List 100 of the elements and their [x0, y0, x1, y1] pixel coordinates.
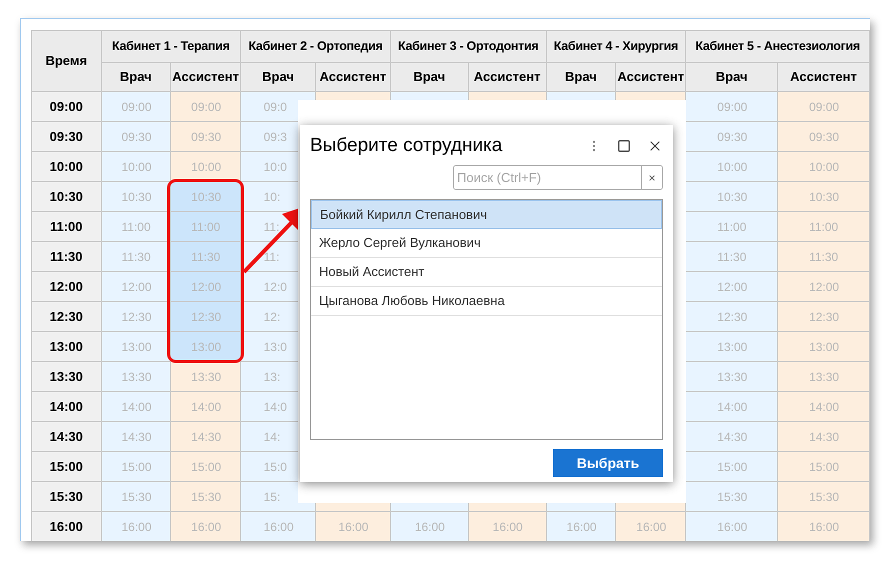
- select-button[interactable]: Выбрать: [553, 449, 663, 477]
- slot-cell[interactable]: 09:30: [101, 122, 171, 152]
- slot-cell[interactable]: 12:30: [686, 302, 778, 332]
- slot-cell[interactable]: 12:00: [686, 272, 778, 302]
- slot-cell[interactable]: 15:00: [101, 452, 171, 482]
- slot-cell[interactable]: 14:30: [170, 422, 241, 452]
- slot-cell[interactable]: 11:30: [101, 242, 171, 272]
- slot-cell[interactable]: 11:00: [686, 212, 778, 242]
- slot-cell[interactable]: 16:00: [315, 512, 390, 541]
- time-cell: 16:00: [32, 512, 101, 541]
- time-cell: 15:00: [32, 452, 101, 482]
- time-cell: 09:00: [32, 92, 101, 122]
- slot-cell[interactable]: 16:00: [616, 512, 686, 541]
- slot-cell[interactable]: 15:30: [778, 482, 870, 512]
- slot-cell[interactable]: 16:00: [686, 512, 778, 541]
- slot-cell[interactable]: 15:30: [101, 482, 171, 512]
- header-cell: Ассистент: [778, 62, 870, 92]
- slot-cell[interactable]: 13:00: [170, 332, 241, 362]
- slot-cell[interactable]: 14:00: [778, 392, 870, 422]
- slot-cell[interactable]: 12:30: [101, 302, 171, 332]
- header-cell: Ассистент: [315, 62, 390, 92]
- slot-cell[interactable]: 11:30: [686, 242, 778, 272]
- employee-item[interactable]: Бойкий Кирилл Степанович: [311, 200, 662, 229]
- time-cell: 14:00: [32, 392, 101, 422]
- slot-cell[interactable]: 15:30: [170, 482, 241, 512]
- slot-cell[interactable]: 11:00: [778, 212, 870, 242]
- slot-cell[interactable]: 12:30: [170, 302, 241, 332]
- slot-cell[interactable]: 09:00: [778, 92, 870, 122]
- slot-cell[interactable]: 10:00: [101, 152, 171, 182]
- slot-cell[interactable]: 09:30: [778, 122, 870, 152]
- slot-cell[interactable]: 13:30: [170, 362, 241, 392]
- header-cell: Ассистент: [468, 62, 546, 92]
- search-field[interactable]: Поиск (Ctrl+F) ×: [453, 165, 663, 190]
- slot-cell[interactable]: 16:00: [170, 512, 241, 541]
- slot-cell[interactable]: 13:30: [686, 362, 778, 392]
- slot-cell[interactable]: 14:00: [101, 392, 171, 422]
- employee-item[interactable]: Жерло Сергей Вулканович: [311, 229, 662, 258]
- header-cell: Врач: [101, 62, 171, 92]
- slot-cell[interactable]: 14:30: [686, 422, 778, 452]
- slot-cell[interactable]: 12:00: [170, 272, 241, 302]
- time-cell: 12:30: [32, 302, 101, 332]
- slot-cell[interactable]: 10:30: [101, 182, 171, 212]
- time-cell: 13:30: [32, 362, 101, 392]
- header-cell: Кабинет 2 - Ортопедия: [240, 30, 390, 62]
- slot-cell[interactable]: 12:30: [778, 302, 870, 332]
- slot-cell[interactable]: 15:00: [686, 452, 778, 482]
- slot-cell[interactable]: 16:00: [546, 512, 616, 541]
- time-cell: 10:30: [32, 182, 101, 212]
- header-cell: Ассистент: [170, 62, 241, 92]
- slot-cell[interactable]: 10:00: [778, 152, 870, 182]
- slot-cell[interactable]: 15:00: [778, 452, 870, 482]
- slot-cell[interactable]: 10:30: [778, 182, 870, 212]
- employee-item[interactable]: Новый Ассистент: [311, 258, 662, 287]
- clear-button[interactable]: ×: [641, 166, 662, 189]
- slot-cell[interactable]: 16:00: [778, 512, 870, 541]
- header-cell: Врач: [546, 62, 616, 92]
- slot-cell[interactable]: 09:30: [686, 122, 778, 152]
- slot-cell[interactable]: 12:00: [778, 272, 870, 302]
- time-cell: 12:00: [32, 272, 101, 302]
- header-cell: Кабинет 4 - Хирургия: [546, 30, 686, 62]
- header-cell: Кабинет 1 - Терапия: [101, 30, 241, 62]
- time-cell: 11:00: [32, 212, 101, 242]
- slot-cell[interactable]: 09:30: [170, 122, 241, 152]
- slot-cell[interactable]: 15:30: [686, 482, 778, 512]
- header-cell: Врач: [390, 62, 468, 92]
- slot-cell[interactable]: 13:30: [778, 362, 870, 392]
- slot-cell[interactable]: 16:00: [101, 512, 171, 541]
- header-cell: Ассистент: [616, 62, 686, 92]
- slot-cell[interactable]: 15:00: [170, 452, 241, 482]
- slot-cell[interactable]: 11:00: [101, 212, 171, 242]
- header-cell: Время: [32, 30, 101, 92]
- employee-item[interactable]: Цыганова Любовь Николаевна: [311, 287, 662, 316]
- slot-cell[interactable]: 16:00: [240, 512, 316, 541]
- slot-cell[interactable]: 14:00: [170, 392, 241, 422]
- slot-cell[interactable]: 13:00: [101, 332, 171, 362]
- slot-cell[interactable]: 14:30: [778, 422, 870, 452]
- maximize-icon[interactable]: [617, 139, 631, 153]
- slot-cell[interactable]: 11:30: [170, 242, 241, 272]
- slot-cell[interactable]: 13:00: [686, 332, 778, 362]
- slot-cell[interactable]: 10:30: [686, 182, 778, 212]
- header-cell: Кабинет 5 - Анестезиология: [686, 30, 870, 62]
- slot-cell[interactable]: 09:00: [101, 92, 171, 122]
- slot-cell[interactable]: 14:30: [101, 422, 171, 452]
- header-cell: Врач: [240, 62, 316, 92]
- slot-cell[interactable]: 16:00: [468, 512, 546, 541]
- slot-cell[interactable]: 10:30: [170, 182, 241, 212]
- slot-cell[interactable]: 09:00: [686, 92, 778, 122]
- slot-cell[interactable]: 14:00: [686, 392, 778, 422]
- slot-cell[interactable]: 13:00: [778, 332, 870, 362]
- slot-cell[interactable]: 11:30: [778, 242, 870, 272]
- slot-cell[interactable]: 10:00: [686, 152, 778, 182]
- time-cell: 13:00: [32, 332, 101, 362]
- slot-cell[interactable]: 12:00: [101, 272, 171, 302]
- slot-cell[interactable]: 11:00: [170, 212, 241, 242]
- slot-cell[interactable]: 13:30: [101, 362, 171, 392]
- header-cell: Кабинет 3 - Ортодонтия: [390, 30, 546, 62]
- slot-cell[interactable]: 09:00: [170, 92, 241, 122]
- time-cell: 14:30: [32, 422, 101, 452]
- slot-cell[interactable]: 16:00: [390, 512, 468, 541]
- time-cell: 11:30: [32, 242, 101, 272]
